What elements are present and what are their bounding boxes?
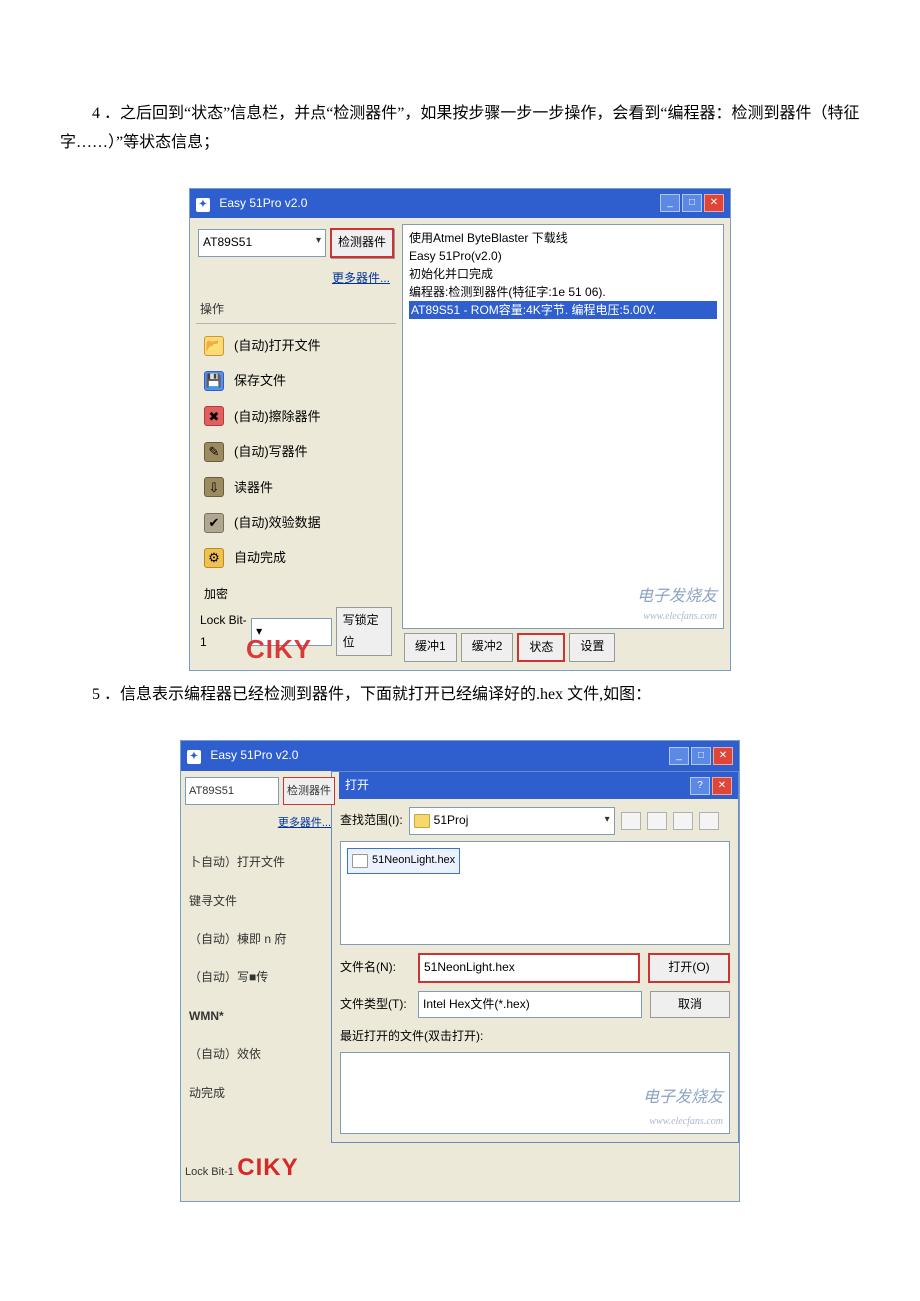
op-write[interactable]: ✎ (自动)写器件 xyxy=(196,434,396,469)
filename-input[interactable]: 51NeonLight.hex xyxy=(418,953,640,983)
recent-files-list[interactable]: 电子发烧友 www.elecfans.com xyxy=(340,1052,730,1134)
look-in-folder-name: 51Proj xyxy=(434,810,469,832)
nav-views-icon[interactable] xyxy=(699,812,719,830)
read-icon: ⇩ xyxy=(204,477,224,497)
mini-open[interactable]: 卜自动）打开文件 xyxy=(185,843,335,881)
op-open-file[interactable]: 📂 (自动)打开文件 xyxy=(196,328,396,363)
tab-settings[interactable]: 设置 xyxy=(569,633,615,663)
status-line-1: 使用Atmel ByteBlaster 下载线 xyxy=(409,229,717,247)
tab-buffer1[interactable]: 缓冲1 xyxy=(404,633,457,663)
status-line-5-highlighted: AT89S51 - ROM容量:4K字节. 编程电压:5.00V. xyxy=(409,301,717,319)
folder-open-icon: 📂 xyxy=(204,336,224,356)
maximize-button[interactable]: □ xyxy=(682,194,702,212)
mini-auto[interactable]: 动完成 xyxy=(185,1074,335,1112)
window-title-2: Easy 51Pro v2.0 xyxy=(210,748,298,762)
status-line-2: Easy 51Pro(v2.0) xyxy=(409,247,717,265)
detect-device-button-2[interactable]: 检测器件 xyxy=(283,777,335,805)
status-textbox: 使用Atmel ByteBlaster 下载线 Easy 51Pro(v2.0)… xyxy=(402,224,724,629)
screenshot-easy51pro-status: ✦ Easy 51Pro v2.0 _ □ ✕ AT89S51 检测器件 更多器… xyxy=(189,188,731,672)
open-file-dialog: 打开 ? ✕ 查找范围(I): 51Proj xyxy=(331,771,739,1143)
op-open-file-label: (自动)打开文件 xyxy=(234,334,321,357)
op-save-file[interactable]: 💾 保存文件 xyxy=(196,363,396,398)
chip-select-2[interactable]: AT89S51 xyxy=(185,777,279,805)
elecfans-watermark: 电子发烧友 www.elecfans.com xyxy=(637,585,717,624)
dialog-close-button[interactable]: ✕ xyxy=(712,777,732,795)
op-read[interactable]: ⇩ 读器件 xyxy=(196,470,396,505)
look-in-label: 查找范围(I): xyxy=(340,810,403,832)
more-devices-link-2[interactable]: 更多器件... xyxy=(185,809,335,843)
mini-write[interactable]: （自动）写■传 xyxy=(185,958,335,996)
verify-icon: ✔ xyxy=(204,513,224,533)
op-auto-label: 自动完成 xyxy=(234,546,286,569)
mini-verify[interactable]: （自动）效依 xyxy=(185,1035,335,1073)
minimize-button[interactable]: _ xyxy=(660,194,680,212)
maximize-button[interactable]: □ xyxy=(691,747,711,765)
app-icon: ✦ xyxy=(187,750,201,764)
nav-up-icon[interactable] xyxy=(647,812,667,830)
instruction-step-5: 5 ．信息表示编程器已经检测到器件，下面就打开已经编译好的.hex 文件,如图： xyxy=(60,681,860,710)
close-button[interactable]: ✕ xyxy=(713,747,733,765)
file-list-area[interactable]: 51NeonLight.hex xyxy=(340,841,730,945)
auto-icon: ⚙ xyxy=(204,548,224,568)
erase-icon: ✖ xyxy=(204,406,224,426)
document-page: 4 ．之后回到“状态”信息栏，并点“检测器件”，如果按步骤一步一步操作，会看到“… xyxy=(0,0,920,1272)
look-in-combo[interactable]: 51Proj xyxy=(409,807,615,835)
more-devices-link[interactable]: 更多器件... xyxy=(196,262,396,294)
op-erase[interactable]: ✖ (自动)擦除器件 xyxy=(196,399,396,434)
nav-newfolder-icon[interactable] xyxy=(673,812,693,830)
detect-device-button[interactable]: 检测器件 xyxy=(330,228,394,258)
chip-select[interactable]: AT89S51 xyxy=(198,229,326,257)
tab-buffer2[interactable]: 缓冲2 xyxy=(461,633,514,663)
mini-wmn: WMN* xyxy=(185,997,335,1035)
op-erase-label: (自动)擦除器件 xyxy=(234,405,321,428)
mini-erase[interactable]: （自动）棟即 n 府 xyxy=(185,920,335,958)
filename-label: 文件名(N): xyxy=(340,957,410,979)
lock-bit-label: Lock Bit-1 xyxy=(200,610,247,653)
op-write-label: (自动)写器件 xyxy=(234,440,308,463)
window-titlebar-2: ✦ Easy 51Pro v2.0 _ □ ✕ xyxy=(181,741,739,771)
lock-bit-label-2: Lock Bit-1 xyxy=(185,1166,234,1178)
file-item-label: 51NeonLight.hex xyxy=(372,851,455,871)
open-button[interactable]: 打开(O) xyxy=(648,953,730,983)
cancel-button[interactable]: 取消 xyxy=(650,991,730,1019)
app-icon: ✦ xyxy=(196,198,210,212)
floppy-icon: 💾 xyxy=(204,371,224,391)
folder-icon xyxy=(414,814,430,828)
dialog-help-button[interactable]: ? xyxy=(690,777,710,795)
close-button[interactable]: ✕ xyxy=(704,194,724,212)
recent-files-label: 最近打开的文件(双击打开): xyxy=(340,1026,730,1048)
status-line-3: 初始化并口完成 xyxy=(409,265,717,283)
op-auto[interactable]: ⚙ 自动完成 xyxy=(196,540,396,575)
op-save-file-label: 保存文件 xyxy=(234,369,286,392)
mini-save[interactable]: 键寻文件 xyxy=(185,882,335,920)
filetype-combo[interactable]: Intel Hex文件(*.hex) xyxy=(418,991,642,1019)
ciky-watermark-2: CIKY xyxy=(237,1142,298,1195)
window-title: Easy 51Pro v2.0 xyxy=(219,196,307,210)
nav-back-icon[interactable] xyxy=(621,812,641,830)
filetype-label: 文件类型(T): xyxy=(340,994,410,1016)
tab-status[interactable]: 状态 xyxy=(517,633,565,663)
op-verify[interactable]: ✔ (自动)效验数据 xyxy=(196,505,396,540)
minimize-button[interactable]: _ xyxy=(669,747,689,765)
file-item[interactable]: 51NeonLight.hex xyxy=(347,848,460,874)
screenshot-open-dialog: ✦ Easy 51Pro v2.0 _ □ ✕ AT89S51 检测器件 更多器… xyxy=(180,740,740,1202)
ciky-watermark: CIKY xyxy=(246,626,312,673)
encryption-label: 加密 xyxy=(196,576,396,608)
op-verify-label: (自动)效验数据 xyxy=(234,511,321,534)
op-read-label: 读器件 xyxy=(234,476,273,499)
operations-label: 操作 xyxy=(196,293,396,324)
dialog-title: 打开 xyxy=(345,775,369,797)
write-icon: ✎ xyxy=(204,442,224,462)
window-titlebar: ✦ Easy 51Pro v2.0 _ □ ✕ xyxy=(190,189,730,219)
status-line-4: 编程器:检测到器件(特征字:1e 51 06). xyxy=(409,283,717,301)
write-lock-button[interactable]: 写锁定位 xyxy=(336,607,392,656)
instruction-step-4: 4 ．之后回到“状态”信息栏，并点“检测器件”，如果按步骤一步一步操作，会看到“… xyxy=(60,100,860,158)
file-icon xyxy=(352,854,368,868)
left-panel-mini: AT89S51 检测器件 更多器件... 卜自动）打开文件 键寻文件 （自动）棟… xyxy=(181,771,339,1201)
elecfans-watermark-2: 电子发烧友 www.elecfans.com xyxy=(643,1084,723,1131)
